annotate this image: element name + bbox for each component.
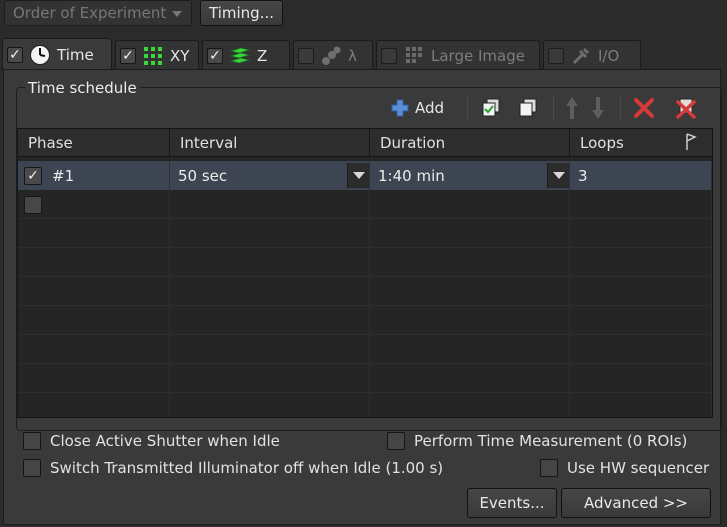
switch-illuminator-label: Switch Transmitted Illuminator off when … bbox=[50, 459, 444, 477]
tab-lambda-checkbox[interactable] bbox=[298, 47, 314, 64]
switch-illuminator-checkbox[interactable] bbox=[23, 459, 41, 477]
interval-cell[interactable] bbox=[170, 190, 370, 219]
hw-sequencer-label: Use HW sequencer bbox=[567, 459, 710, 477]
timing-button[interactable]: Timing... bbox=[200, 0, 283, 26]
delete-all-icon bbox=[676, 98, 696, 119]
add-label: Add bbox=[415, 99, 445, 117]
tab-time-label: Time bbox=[57, 45, 94, 64]
order-of-experiment-dropdown[interactable]: Order of Experiment bbox=[4, 0, 192, 26]
tab-z[interactable]: Z bbox=[202, 40, 290, 70]
top-bar: Order of Experiment Timing... bbox=[0, 0, 727, 30]
toolbar-separator bbox=[620, 95, 621, 121]
advanced-button[interactable]: Advanced >> bbox=[561, 488, 711, 518]
tab-large-image[interactable]: Large Image bbox=[376, 40, 540, 70]
plus-icon bbox=[391, 99, 409, 117]
delete-all-button[interactable] bbox=[674, 94, 698, 122]
table-row[interactable]: #1 50 sec 1:40 min 3 bbox=[18, 161, 712, 190]
chevron-down-icon[interactable] bbox=[547, 163, 569, 188]
stack-icon bbox=[229, 47, 251, 63]
clock-icon bbox=[30, 44, 50, 65]
column-header-loops-label: Loops bbox=[580, 134, 624, 152]
table-row bbox=[18, 364, 712, 393]
table-row[interactable] bbox=[18, 190, 712, 219]
tab-large-image-checkbox[interactable] bbox=[381, 47, 397, 64]
flag-icon bbox=[686, 133, 697, 150]
perform-time-checkbox[interactable] bbox=[387, 432, 405, 450]
events-button[interactable]: Events... bbox=[467, 488, 557, 518]
tab-xy[interactable]: XY bbox=[115, 40, 199, 70]
tab-xy-checkbox[interactable] bbox=[120, 47, 136, 64]
order-of-experiment-label: Order of Experiment bbox=[13, 4, 167, 22]
duration-value: 1:40 min bbox=[378, 166, 445, 185]
duplicate-icon bbox=[519, 98, 537, 117]
phase-label: #1 bbox=[52, 166, 75, 185]
copy-check-icon bbox=[482, 98, 500, 117]
table-row bbox=[18, 393, 712, 417]
perform-time-option[interactable]: Perform Time Measurement (0 ROIs) bbox=[387, 432, 687, 450]
loops-cell[interactable]: 3 bbox=[570, 161, 712, 190]
duration-combo[interactable]: 1:40 min bbox=[370, 161, 570, 190]
delete-x-icon bbox=[634, 98, 654, 118]
time-schedule-group: Time schedule Add Phase Interval Duratio… bbox=[16, 79, 722, 431]
table-row bbox=[18, 219, 712, 248]
add-button[interactable]: Add bbox=[391, 94, 444, 122]
move-down-button[interactable] bbox=[591, 94, 605, 122]
phase-cell[interactable]: #1 bbox=[18, 161, 170, 190]
arrow-up-icon bbox=[566, 97, 578, 119]
close-shutter-option[interactable]: Close Active Shutter when Idle bbox=[23, 432, 280, 450]
phase-checkbox[interactable] bbox=[24, 195, 42, 214]
arrow-down-icon bbox=[592, 97, 604, 119]
copy-checked-button[interactable] bbox=[480, 94, 502, 122]
tab-large-image-label: Large Image bbox=[431, 46, 525, 65]
interval-combo[interactable]: 50 sec bbox=[170, 161, 370, 190]
close-shutter-checkbox[interactable] bbox=[23, 432, 41, 450]
grid-icon bbox=[144, 46, 162, 65]
duration-cell[interactable] bbox=[370, 190, 570, 219]
delete-button[interactable] bbox=[633, 94, 655, 122]
close-shutter-label: Close Active Shutter when Idle bbox=[50, 432, 280, 450]
perform-time-label: Perform Time Measurement (0 ROIs) bbox=[414, 432, 688, 450]
column-header-phase[interactable]: Phase bbox=[18, 129, 170, 157]
hw-sequencer-checkbox[interactable] bbox=[540, 459, 558, 477]
column-header-duration[interactable]: Duration bbox=[370, 129, 570, 157]
tab-io-label: I/O bbox=[598, 46, 620, 65]
tab-lambda[interactable]: λ bbox=[293, 40, 373, 70]
io-icon bbox=[572, 47, 590, 64]
large-image-icon bbox=[406, 46, 422, 63]
tab-z-label: Z bbox=[257, 46, 268, 65]
phase-checkbox[interactable] bbox=[24, 166, 42, 185]
table-header: Phase Interval Duration Loops bbox=[18, 129, 712, 157]
tab-bar: Time XY Z λ bbox=[0, 38, 727, 70]
tab-xy-label: XY bbox=[170, 46, 190, 65]
schedule-toolbar: Add bbox=[17, 88, 721, 128]
move-up-button[interactable] bbox=[565, 94, 579, 122]
phase-cell[interactable] bbox=[18, 190, 170, 219]
chevron-down-icon bbox=[172, 10, 183, 17]
tab-lambda-label: λ bbox=[348, 46, 357, 65]
chevron-down-icon[interactable] bbox=[347, 163, 369, 188]
tab-time-checkbox[interactable] bbox=[7, 46, 23, 63]
lambda-dots-icon bbox=[322, 46, 341, 65]
hw-sequencer-option[interactable]: Use HW sequencer bbox=[540, 459, 709, 477]
time-tab-panel: Time schedule Add Phase Interval Duratio… bbox=[3, 69, 722, 525]
column-header-interval[interactable]: Interval bbox=[170, 129, 370, 157]
time-schedule-table: Phase Interval Duration Loops #1 50 sec bbox=[17, 128, 713, 418]
toolbar-separator bbox=[553, 95, 554, 121]
duplicate-button[interactable] bbox=[517, 94, 539, 122]
table-row bbox=[18, 248, 712, 277]
tab-z-checkbox[interactable] bbox=[207, 47, 223, 64]
tab-io[interactable]: I/O bbox=[543, 40, 641, 70]
table-row bbox=[18, 335, 712, 364]
loops-value: 3 bbox=[578, 166, 588, 185]
tab-io-checkbox[interactable] bbox=[548, 47, 564, 64]
interval-value: 50 sec bbox=[178, 166, 228, 185]
column-header-loops[interactable]: Loops bbox=[570, 129, 712, 157]
tab-time[interactable]: Time bbox=[2, 38, 112, 70]
loops-cell[interactable] bbox=[570, 190, 712, 219]
toolbar-separator bbox=[467, 95, 468, 121]
table-row bbox=[18, 277, 712, 306]
switch-illuminator-option[interactable]: Switch Transmitted Illuminator off when … bbox=[23, 459, 443, 477]
table-row bbox=[18, 306, 712, 335]
